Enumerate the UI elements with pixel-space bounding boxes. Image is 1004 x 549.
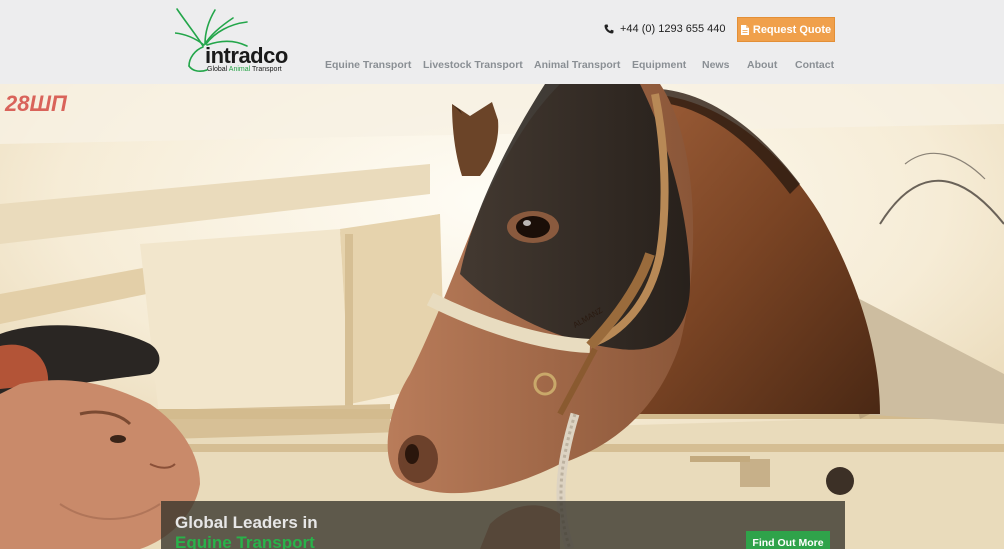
- nav-livestock-transport[interactable]: Livestock Transport: [423, 59, 523, 71]
- nav-animal-transport[interactable]: Animal Transport: [534, 59, 620, 71]
- phone-icon: [604, 24, 614, 34]
- nav-contact[interactable]: Contact: [795, 59, 834, 71]
- logo-tagline: Global Animal Transport: [207, 66, 282, 73]
- hero-banner: 28ШП ALMANZ Global Leaders in Equine Tra…: [0, 84, 1004, 549]
- caption-subheadline: Equine Transport: [175, 533, 315, 549]
- site-header: intradco Global Animal Transport +44 (0)…: [0, 0, 1004, 84]
- nav-about[interactable]: About: [747, 59, 777, 71]
- request-quote-label: Request Quote: [752, 23, 832, 36]
- document-icon: [740, 24, 749, 35]
- nav-news[interactable]: News: [702, 59, 729, 71]
- phone-text: +44 (0) 1293 655 440: [620, 23, 726, 35]
- find-out-more-button[interactable]: Find Out More: [746, 531, 830, 549]
- nav-equine-transport[interactable]: Equine Transport: [325, 59, 411, 71]
- hero-caption: Global Leaders in Equine Transport Find …: [161, 501, 845, 549]
- nav-equipment[interactable]: Equipment: [632, 59, 686, 71]
- phone-number[interactable]: +44 (0) 1293 655 440: [604, 22, 726, 36]
- request-quote-button[interactable]: Request Quote: [737, 17, 835, 42]
- caption-headline: Global Leaders in: [175, 513, 318, 532]
- intradco-logo[interactable]: intradco Global Animal Transport: [175, 6, 288, 76]
- hero-photo: 28ШП ALMANZ: [0, 84, 1004, 549]
- crate-marking: 28ШП: [4, 91, 68, 116]
